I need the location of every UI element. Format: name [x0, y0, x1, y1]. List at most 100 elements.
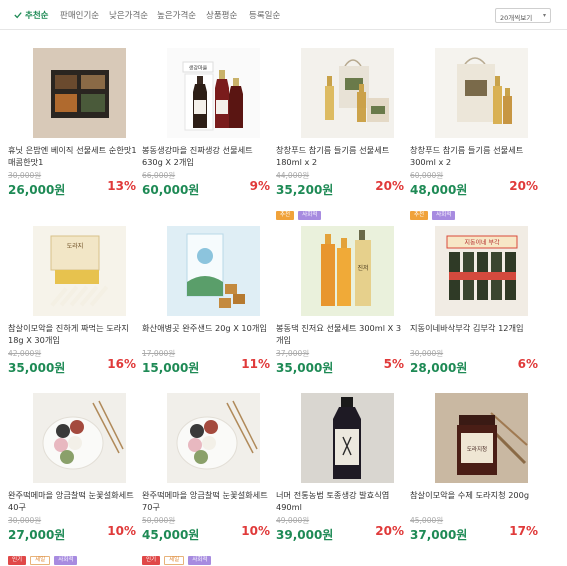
product-card[interactable]: 완주떡메마을 앙금찰떡 눈꽃설화세트 40구 30,000원 27,000원 1…	[8, 393, 140, 566]
badge-recommended: 추천	[276, 211, 295, 220]
sale-price: 35,000원	[8, 361, 66, 375]
sale-price: 27,000원	[8, 528, 66, 542]
sale-price: 35,200원	[276, 183, 334, 197]
badge-popular: 인기	[142, 556, 161, 565]
badge-sale: 세일	[30, 556, 51, 565]
thumb-label: 지동이네 부각	[464, 239, 500, 247]
product-image: 도라지	[33, 226, 126, 316]
product-image	[167, 393, 260, 483]
product-name[interactable]: 참살이모악을 수제 도라지청 200g	[410, 489, 542, 515]
badge-sale: 세일	[164, 556, 185, 565]
product-card[interactable]: 창창푸드 참기름 들기름 선물세트 180ml x 2 44,000원 35,2…	[276, 48, 408, 223]
discount-rate: 20%	[375, 524, 404, 538]
product-card[interactable]: 휴닛 은밥엔 베이직 선물세트 순한맛1 매콤한맛1 30,000원 26,00…	[8, 48, 140, 223]
discount-rate: 13%	[107, 179, 136, 193]
product-name[interactable]: 봉동댁 진저요 선물세트 300ml X 3개입	[276, 322, 408, 348]
product-card[interactable]: 도라지 참살이모악을 진하게 짜먹는 도라지 18g X 30개입 42,000…	[8, 226, 140, 401]
product-name[interactable]: 창창푸드 참기름 들기름 선물세트 180ml x 2	[276, 144, 408, 170]
sale-price: 48,000원	[410, 183, 468, 197]
product-name[interactable]: 지동이네바삭부각 김부각 12개입	[410, 322, 542, 348]
sale-price: 28,000원	[410, 361, 468, 375]
product-image	[301, 393, 394, 483]
badge-social: 사회적	[188, 556, 212, 565]
product-image: 지동이네 부각	[435, 226, 528, 316]
badge-social: 사회적	[54, 556, 78, 565]
product-name[interactable]: 창창푸드 참기름 들기름 선물세트 300ml x 2	[410, 144, 542, 170]
product-card[interactable]: 창창푸드 참기름 들기름 선물세트 300ml x 2 60,000원 48,0…	[410, 48, 542, 223]
page-size-value: 20개씩보기	[500, 14, 533, 22]
sale-price: 39,000원	[276, 528, 334, 542]
original-price: 42,000원	[8, 349, 42, 358]
product-name[interactable]: 참살이모악을 진하게 짜먹는 도라지 18g X 30개입	[8, 322, 140, 348]
sort-tab-newest[interactable]: 등록일순	[249, 9, 280, 21]
product-name[interactable]: 너머 전통농법 토종생강 발효식엽 490ml	[276, 489, 408, 515]
sale-price: 37,000원	[410, 528, 468, 542]
discount-rate: 5%	[383, 357, 404, 371]
original-price: 30,000원	[8, 516, 42, 525]
sort-tab-high-price[interactable]: 높은가격순	[157, 9, 196, 21]
original-price: 44,000원	[276, 171, 310, 180]
sort-tab-popular[interactable]: 판매인기순	[60, 9, 99, 21]
discount-rate: 20%	[375, 179, 404, 193]
product-name[interactable]: 완주떡메마을 앙금찰떡 눈꽃설화세트 40구	[8, 489, 140, 515]
product-image	[33, 48, 126, 138]
sort-tab-review[interactable]: 상품평순	[206, 9, 237, 21]
discount-rate: 11%	[241, 357, 270, 371]
discount-rate: 10%	[107, 524, 136, 538]
sort-tab-recommended[interactable]: 추천순	[14, 9, 48, 21]
product-image	[33, 393, 126, 483]
discount-rate: 17%	[509, 524, 538, 538]
original-price: 60,000원	[410, 171, 444, 180]
sale-price: 45,000원	[142, 528, 200, 542]
product-name[interactable]: 완주떡메마을 앙금찰떡 눈꽃설화세트 70구	[142, 489, 274, 515]
badge-social: 사회적	[432, 211, 456, 220]
badge-social: 사회적	[298, 211, 322, 220]
original-price: 37,000원	[276, 349, 310, 358]
thumb-label: 진저	[357, 264, 368, 272]
product-name[interactable]: 휴닛 은밥엔 베이직 선물세트 순한맛1 매콤한맛1	[8, 144, 140, 170]
product-name[interactable]: 화산애병곳 완주샌드 20g X 10개입	[142, 322, 274, 348]
badge-list: 인기 세일 사회적	[142, 546, 215, 565]
discount-rate: 6%	[517, 357, 538, 371]
product-image: 진저	[301, 226, 394, 316]
product-card[interactable]: 화산애병곳 완주샌드 20g X 10개입 17,000원 15,000원 11…	[142, 226, 274, 401]
product-card[interactable]: 너머 전통농법 토종생강 발효식엽 490ml 49,000원 39,000원 …	[276, 393, 408, 566]
discount-rate: 9%	[249, 179, 270, 193]
original-price: 30,000원	[8, 171, 42, 180]
chevron-down-icon: ▾	[542, 12, 546, 19]
original-price: 49,000원	[276, 516, 310, 525]
page-size-select[interactable]: 20개씩보기 ▾	[495, 8, 551, 23]
badge-list: 추천 사회적	[410, 201, 459, 220]
discount-rate: 16%	[107, 357, 136, 371]
product-card[interactable]: 도라지청 참살이모악을 수제 도라지청 200g 45,000원 37,000원…	[410, 393, 542, 566]
product-card[interactable]: 지동이네 부각 지동이네바삭부각 김부각 12개입 30,000원 28,000…	[410, 226, 542, 401]
discount-rate: 10%	[241, 524, 270, 538]
product-image: 도라지청	[435, 393, 528, 483]
thumb-label: 생강마을	[189, 65, 208, 72]
thumb-label: 도라지	[67, 242, 84, 250]
sale-price: 60,000원	[142, 183, 200, 197]
original-price: 45,000원	[410, 516, 444, 525]
discount-rate: 20%	[509, 179, 538, 193]
badge-list: 추천 사회적	[276, 201, 325, 220]
sort-tab-label: 추천순	[25, 11, 49, 21]
badge-list: 인기 세일 사회적	[8, 546, 81, 565]
sale-price: 26,000원	[8, 183, 66, 197]
badge-recommended: 추천	[410, 211, 429, 220]
product-name[interactable]: 봉동생강마을 진짜생강 선물세트 630g X 2개입	[142, 144, 274, 170]
original-price: 50,000원	[142, 516, 176, 525]
product-card[interactable]: 완주떡메마을 앙금찰떡 눈꽃설화세트 70구 50,000원 45,000원 1…	[142, 393, 274, 566]
thumb-label: 도라지청	[467, 445, 487, 453]
original-price: 66,000원	[142, 171, 176, 180]
product-image	[167, 226, 260, 316]
check-icon	[14, 12, 22, 19]
product-card[interactable]: 생강마을 봉동생강마을 진짜생강 선물세트 630g X 2개입 66,000원…	[142, 48, 274, 223]
badge-popular: 인기	[8, 556, 27, 565]
sort-tab-low-price[interactable]: 낮은가격순	[109, 9, 148, 21]
product-card[interactable]: 진저 봉동댁 진저요 선물세트 300ml X 3개입 37,000원 35,0…	[276, 226, 408, 401]
sort-bar: 추천순 판매인기순 낮은가격순 높은가격순 상품평순 등록일순 20개씩보기 ▾	[0, 0, 567, 30]
product-image	[301, 48, 394, 138]
product-image: 생강마을	[167, 48, 260, 138]
original-price: 30,000원	[410, 349, 444, 358]
sale-price: 35,000원	[276, 361, 334, 375]
